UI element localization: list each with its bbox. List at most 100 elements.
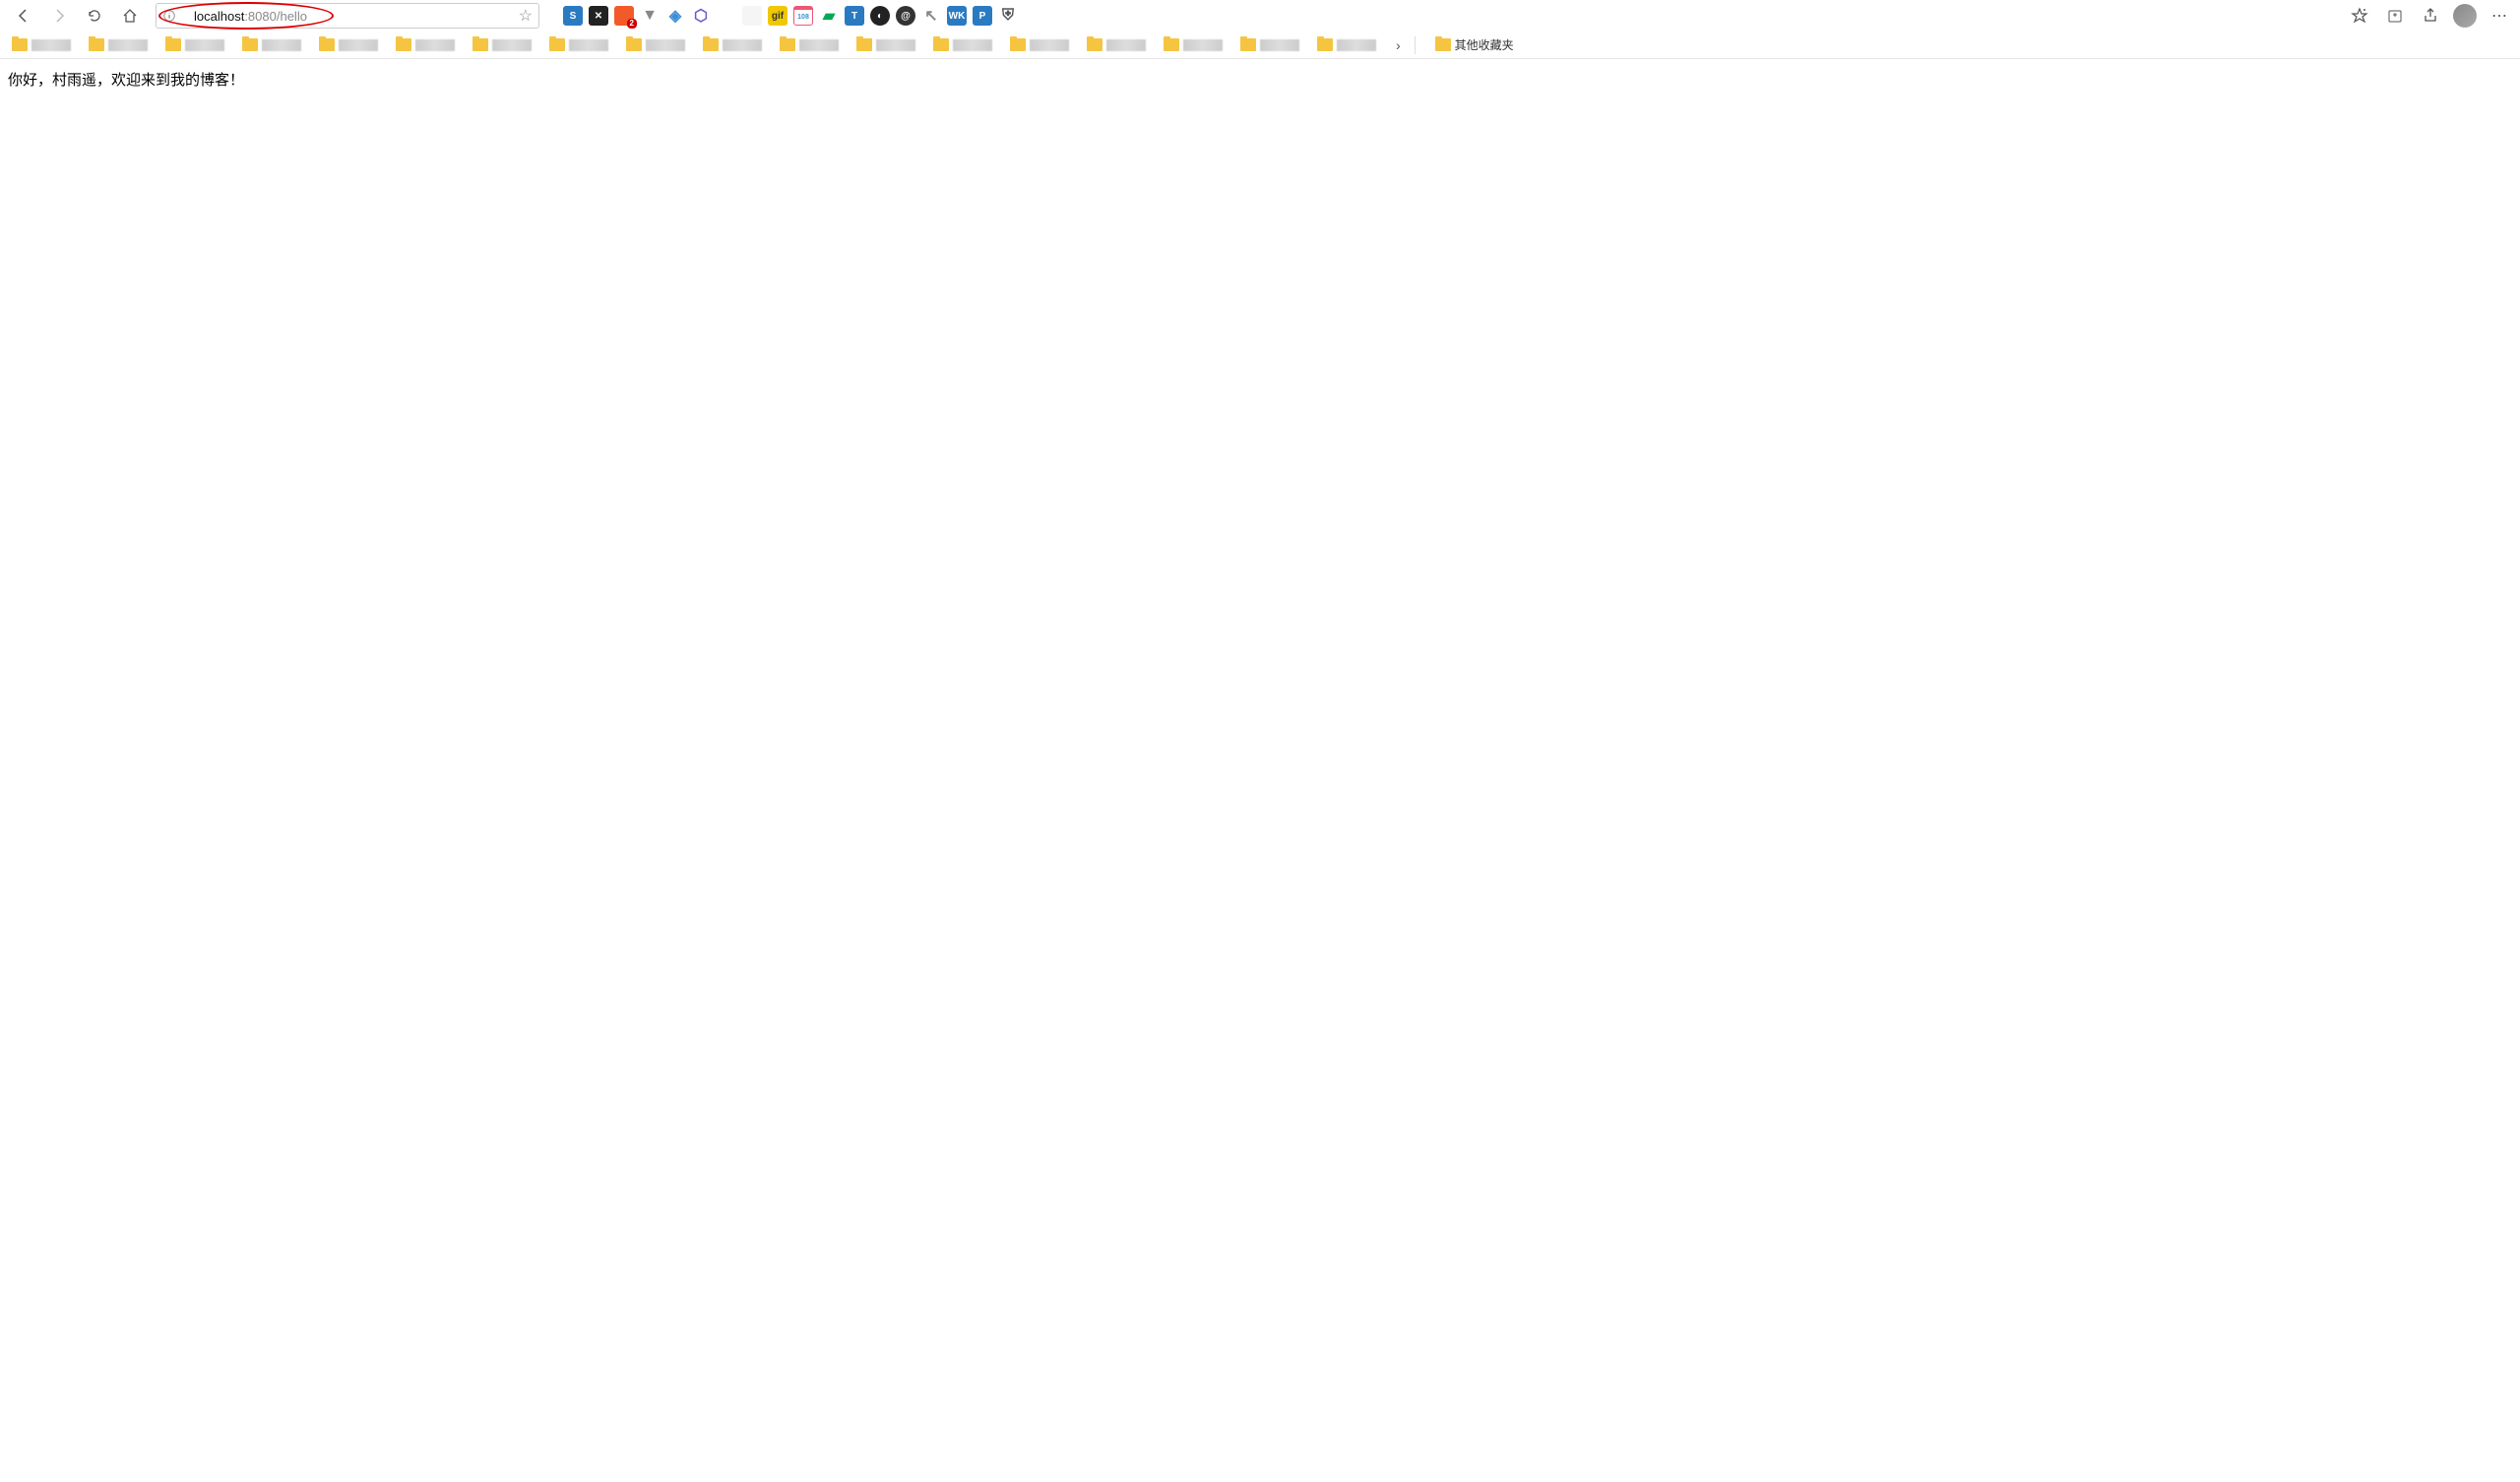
bookmark-label-blurred [32, 39, 71, 51]
folder-icon [856, 38, 872, 51]
bookmark-label-blurred [108, 39, 148, 51]
bookmark-folder[interactable] [852, 36, 919, 53]
bookmark-folder[interactable] [1313, 36, 1380, 53]
extension-icons: S ✕ 2▼◈ ⬡ gif108 ▰ T ◐ @ ↖ WK P ⛨ [563, 6, 1018, 26]
back-button[interactable] [8, 2, 39, 30]
folder-icon [242, 38, 258, 51]
ext-brave-icon[interactable]: 2 [614, 6, 634, 26]
bookmark-folder[interactable] [392, 36, 459, 53]
profile-avatar[interactable] [2453, 4, 2477, 28]
divider [1415, 36, 1416, 54]
folder-icon [12, 38, 28, 51]
folder-icon [1010, 38, 1026, 51]
url-path: /hello [277, 9, 307, 24]
refresh-button[interactable] [79, 2, 110, 30]
bookmark-label-blurred [339, 39, 378, 51]
bookmark-label-blurred [569, 39, 608, 51]
bookmark-label-blurred [1183, 39, 1223, 51]
ext-p-icon[interactable]: P [973, 6, 992, 26]
folder-icon [1087, 38, 1102, 51]
folder-icon [1240, 38, 1256, 51]
bookmark-label-blurred [185, 39, 224, 51]
bookmark-label-blurred [1337, 39, 1376, 51]
ext-shield2-icon[interactable]: ⛨ [998, 6, 1018, 26]
ext-green-icon[interactable]: ▰ [819, 6, 839, 26]
bookmark-label-blurred [799, 39, 839, 51]
url-host: localhost [194, 9, 244, 24]
bookmark-label-blurred [1260, 39, 1299, 51]
bookmark-folder[interactable] [929, 36, 996, 53]
bookmark-label-blurred [723, 39, 762, 51]
share-icon[interactable] [2418, 3, 2443, 29]
folder-icon [1317, 38, 1333, 51]
folder-icon [780, 38, 795, 51]
ext-globe-icon[interactable]: ◐ [870, 6, 890, 26]
bookmark-folder[interactable] [1083, 36, 1150, 53]
bookmark-label-blurred [1030, 39, 1069, 51]
ext-gif-icon[interactable]: gif [768, 6, 788, 26]
folder-icon [703, 38, 719, 51]
folder-icon [89, 38, 104, 51]
url-port: :8080 [244, 9, 277, 24]
favorites-icon[interactable] [2347, 3, 2372, 29]
bookmark-label-blurred [646, 39, 685, 51]
ext-wk-icon[interactable]: WK [947, 6, 967, 26]
bookmark-folder[interactable] [315, 36, 382, 53]
folder-icon [396, 38, 411, 51]
bookmark-folder[interactable] [238, 36, 305, 53]
ext-cursor-icon[interactable]: ↖ [921, 6, 941, 26]
bookmark-label-blurred [492, 39, 532, 51]
favorite-star-icon[interactable]: ☆ [519, 6, 533, 26]
url-text: localhost:8080/hello [194, 9, 307, 24]
ext-v-icon[interactable]: ▼ [640, 6, 660, 26]
bookmark-folder[interactable] [8, 36, 75, 53]
ext-blank-icon[interactable] [742, 6, 762, 26]
other-bookmarks-folder[interactable]: 其他收藏夹 [1429, 34, 1520, 55]
bookmark-folder[interactable] [776, 36, 843, 53]
bookmark-folder[interactable] [161, 36, 228, 53]
bookmark-label-blurred [876, 39, 915, 51]
folder-icon [549, 38, 565, 51]
bookmark-folder[interactable] [1160, 36, 1227, 53]
ext-at-icon[interactable]: @ [896, 6, 915, 26]
folder-icon [472, 38, 488, 51]
bookmark-label-blurred [262, 39, 301, 51]
bookmarks-overflow-icon[interactable]: › [1396, 37, 1401, 53]
ext-t-icon[interactable]: T [845, 6, 864, 26]
right-tools: ⋯ [2347, 3, 2512, 29]
folder-icon [1435, 38, 1451, 51]
folder-icon [1164, 38, 1179, 51]
folder-icon [933, 38, 949, 51]
bookmark-folder[interactable] [699, 36, 766, 53]
folder-icon [319, 38, 335, 51]
page-greeting-text: 你好，村雨遥，欢迎来到我的博客！ [8, 72, 244, 89]
bookmark-folder[interactable] [1236, 36, 1303, 53]
home-button[interactable] [114, 2, 146, 30]
other-bookmarks-label: 其他收藏夹 [1455, 36, 1514, 53]
ext-cal108-icon[interactable]: 108 [793, 6, 813, 26]
forward-button[interactable] [43, 2, 75, 30]
ext-cube-icon[interactable]: ⬡ [691, 6, 711, 26]
ext-shield-icon[interactable]: ◈ [665, 6, 685, 26]
folder-icon [626, 38, 642, 51]
bookmark-label-blurred [1106, 39, 1146, 51]
page-body: 你好，村雨遥，欢迎来到我的博客！ [0, 59, 2520, 99]
bookmark-folder[interactable] [622, 36, 689, 53]
ext-s-icon[interactable]: S [563, 6, 583, 26]
bookmarks-bar: › 其他收藏夹 [0, 31, 2520, 59]
badge: 2 [627, 19, 637, 29]
bookmark-label-blurred [953, 39, 992, 51]
site-info-icon[interactable] [162, 9, 176, 23]
browser-toolbar: localhost:8080/hello ☆ S ✕ 2▼◈ ⬡ gif108 ▰ T ◐ @ ↖… [0, 0, 2520, 31]
collections-icon[interactable] [2382, 3, 2408, 29]
bookmark-folder[interactable] [85, 36, 152, 53]
address-bar[interactable]: localhost:8080/hello ☆ [156, 3, 539, 29]
bookmark-folder[interactable] [469, 36, 536, 53]
more-menu-icon[interactable]: ⋯ [2487, 3, 2512, 29]
bookmark-folder[interactable] [1006, 36, 1073, 53]
ext-calendar-icon[interactable] [717, 6, 736, 26]
bookmark-folder[interactable] [545, 36, 612, 53]
ext-x-icon[interactable]: ✕ [589, 6, 608, 26]
folder-icon [165, 38, 181, 51]
bookmark-label-blurred [415, 39, 455, 51]
